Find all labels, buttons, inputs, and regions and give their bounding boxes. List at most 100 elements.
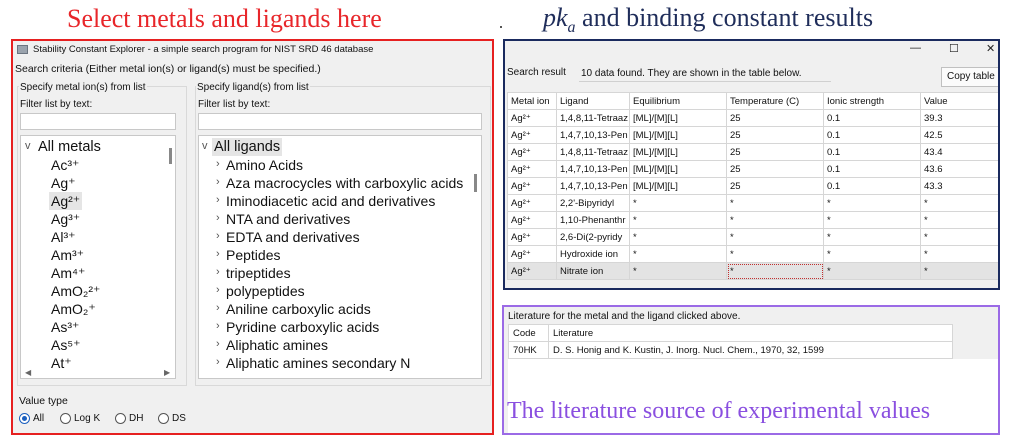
scroll-right-icon[interactable]: ▶ — [164, 368, 170, 377]
radio-indicator[interactable] — [115, 413, 126, 424]
table-cell[interactable]: 43.3 — [920, 177, 998, 195]
table-cell[interactable]: * — [629, 194, 727, 212]
chevron-right-icon[interactable]: › — [216, 266, 220, 278]
ligand-category[interactable]: EDTA and derivatives — [226, 228, 360, 246]
table-cell[interactable]: Ag²⁺ — [507, 211, 557, 229]
column-header[interactable]: Value — [920, 92, 998, 110]
copy-table-button[interactable]: Copy table — [941, 67, 998, 87]
radio-ds[interactable]: DS — [158, 413, 186, 424]
table-row[interactable]: Ag²⁺ 1,4,8,11-Tetraaz [ML]/[M][L] 25 0.1 39.3 — [507, 109, 998, 127]
ligand-tree-scrollbar[interactable] — [474, 174, 477, 192]
table-cell[interactable]: Ag²⁺ — [507, 143, 557, 161]
chevron-right-icon[interactable]: › — [216, 338, 220, 350]
table-cell[interactable]: 1,4,8,11-Tetraaz — [556, 143, 630, 161]
column-header[interactable]: Equilibrium — [629, 92, 727, 110]
table-cell[interactable]: Ag²⁺ — [507, 245, 557, 263]
chevron-right-icon[interactable]: › — [216, 284, 220, 296]
metal-filter-input[interactable] — [20, 113, 176, 130]
table-cell[interactable]: * — [823, 228, 921, 246]
table-cell[interactable]: 1,4,7,10,13-Pen — [556, 126, 630, 144]
table-cell[interactable]: * — [726, 228, 824, 246]
table-cell[interactable]: Ag²⁺ — [507, 194, 557, 212]
chevron-right-icon[interactable]: › — [216, 248, 220, 260]
metal-item[interactable]: Ag³⁺ — [51, 210, 80, 228]
table-cell[interactable]: * — [629, 211, 727, 229]
ligand-category[interactable]: polypeptides — [226, 282, 305, 300]
table-row[interactable]: 70HK D. S. Honig and K. Kustin, J. Inorg… — [508, 341, 953, 359]
ligand-filter-input[interactable] — [198, 113, 482, 130]
table-cell[interactable]: Ag²⁺ — [507, 262, 557, 280]
table-cell[interactable]: [ML]/[M][L] — [629, 143, 727, 161]
table-row[interactable]: Ag²⁺ Hydroxide ion * * * * — [507, 245, 998, 263]
ligand-category[interactable]: NTA and derivatives — [226, 210, 350, 228]
table-cell[interactable]: * — [920, 194, 998, 212]
table-cell[interactable]: 0.1 — [823, 126, 921, 144]
chevron-right-icon[interactable]: › — [216, 356, 220, 368]
table-cell[interactable]: 0.1 — [823, 160, 921, 178]
metal-item[interactable]: Am³⁺ — [51, 246, 84, 264]
ligand-category[interactable]: Iminodiacetic acid and derivatives — [226, 192, 435, 210]
table-cell[interactable]: 2,2'-Bipyridyl — [556, 194, 630, 212]
ligand-category[interactable]: Aza macrocycles with carboxylic acids — [226, 174, 463, 192]
column-header[interactable]: Temperature (C) — [726, 92, 824, 110]
metal-item[interactable]: As³⁺ — [51, 318, 79, 336]
ligand-category[interactable]: Aliphatic amines — [226, 336, 328, 354]
table-row[interactable]: Ag²⁺ 1,4,7,10,13-Pen [ML]/[M][L] 25 0.1 43.6 — [507, 160, 998, 178]
table-cell[interactable]: * — [920, 228, 998, 246]
column-header[interactable]: Ligand — [556, 92, 630, 110]
metal-item[interactable]: AmO₂⁺ — [51, 300, 96, 318]
chevron-right-icon[interactable]: › — [216, 320, 220, 332]
ligand-category[interactable]: Peptides — [226, 246, 280, 264]
table-cell[interactable]: D. S. Honig and K. Kustin, J. Inorg. Nuc… — [548, 341, 953, 359]
table-cell[interactable]: 0.1 — [823, 143, 921, 161]
table-cell[interactable]: 1,4,7,10,13-Pen — [556, 177, 630, 195]
table-cell[interactable]: 1,4,8,11-Tetraaz — [556, 109, 630, 127]
radio-all[interactable]: All — [19, 413, 44, 424]
column-header[interactable]: Code — [508, 324, 549, 342]
results-table[interactable]: Metal ion Ligand Equilibrium Temperature… — [507, 92, 998, 280]
table-cell[interactable]: 2,6-Di(2-pyridy — [556, 228, 630, 246]
column-header[interactable]: Ionic strength — [823, 92, 921, 110]
table-cell[interactable]: Ag²⁺ — [507, 228, 557, 246]
metal-item[interactable]: AmO₂²⁺ — [51, 282, 100, 300]
table-cell[interactable]: * — [629, 262, 727, 280]
ligand-category[interactable]: Aliphatic amines secondary N — [226, 354, 410, 372]
table-cell[interactable]: [ML]/[M][L] — [629, 177, 727, 195]
table-cell[interactable]: * — [629, 245, 727, 263]
table-cell[interactable]: [ML]/[M][L] — [629, 160, 727, 178]
chevron-right-icon[interactable]: › — [216, 158, 220, 170]
table-cell[interactable]: * — [823, 211, 921, 229]
metal-tree-scrollbar[interactable] — [169, 148, 172, 164]
table-cell[interactable]: 43.6 — [920, 160, 998, 178]
radio-dh[interactable]: DH — [115, 413, 143, 424]
table-cell-focused[interactable]: * — [726, 262, 824, 280]
chevron-right-icon[interactable]: › — [216, 230, 220, 242]
scroll-left-icon[interactable]: ◀ — [25, 368, 31, 377]
table-cell[interactable]: 1,4,7,10,13-Pen — [556, 160, 630, 178]
column-header[interactable]: Metal ion — [507, 92, 557, 110]
table-cell[interactable]: * — [823, 262, 921, 280]
radio-indicator[interactable] — [60, 413, 71, 424]
table-cell[interactable]: * — [920, 262, 998, 280]
minimize-icon[interactable]: — — [910, 42, 921, 54]
table-cell[interactable]: 0.1 — [823, 177, 921, 195]
chevron-right-icon[interactable]: › — [216, 176, 220, 188]
table-cell[interactable]: 25 — [726, 126, 824, 144]
metal-item[interactable]: Ac³⁺ — [51, 156, 79, 174]
table-cell[interactable]: Ag²⁺ — [507, 109, 557, 127]
table-cell[interactable]: * — [823, 245, 921, 263]
table-cell[interactable]: Ag²⁺ — [507, 160, 557, 178]
table-cell[interactable]: * — [726, 194, 824, 212]
table-row[interactable]: Ag²⁺ 1,4,8,11-Tetraaz [ML]/[M][L] 25 0.1 43.4 — [507, 143, 998, 161]
table-cell[interactable]: 25 — [726, 109, 824, 127]
ligand-category[interactable]: Pyridine carboxylic acids — [226, 318, 379, 336]
metal-item[interactable]: Am⁴⁺ — [51, 264, 85, 282]
table-row[interactable]: Ag²⁺ 1,10-Phenanthr * * * * — [507, 211, 998, 229]
metal-item-selected[interactable]: Ag²⁺ — [49, 192, 83, 210]
table-cell[interactable]: 25 — [726, 177, 824, 195]
radio-indicator[interactable] — [19, 413, 30, 424]
ligand-category[interactable]: tripeptides — [226, 264, 291, 282]
metal-item[interactable]: Ag⁺ — [51, 174, 76, 192]
chevron-right-icon[interactable]: › — [216, 194, 220, 206]
radio-logk[interactable]: Log K — [60, 413, 100, 424]
